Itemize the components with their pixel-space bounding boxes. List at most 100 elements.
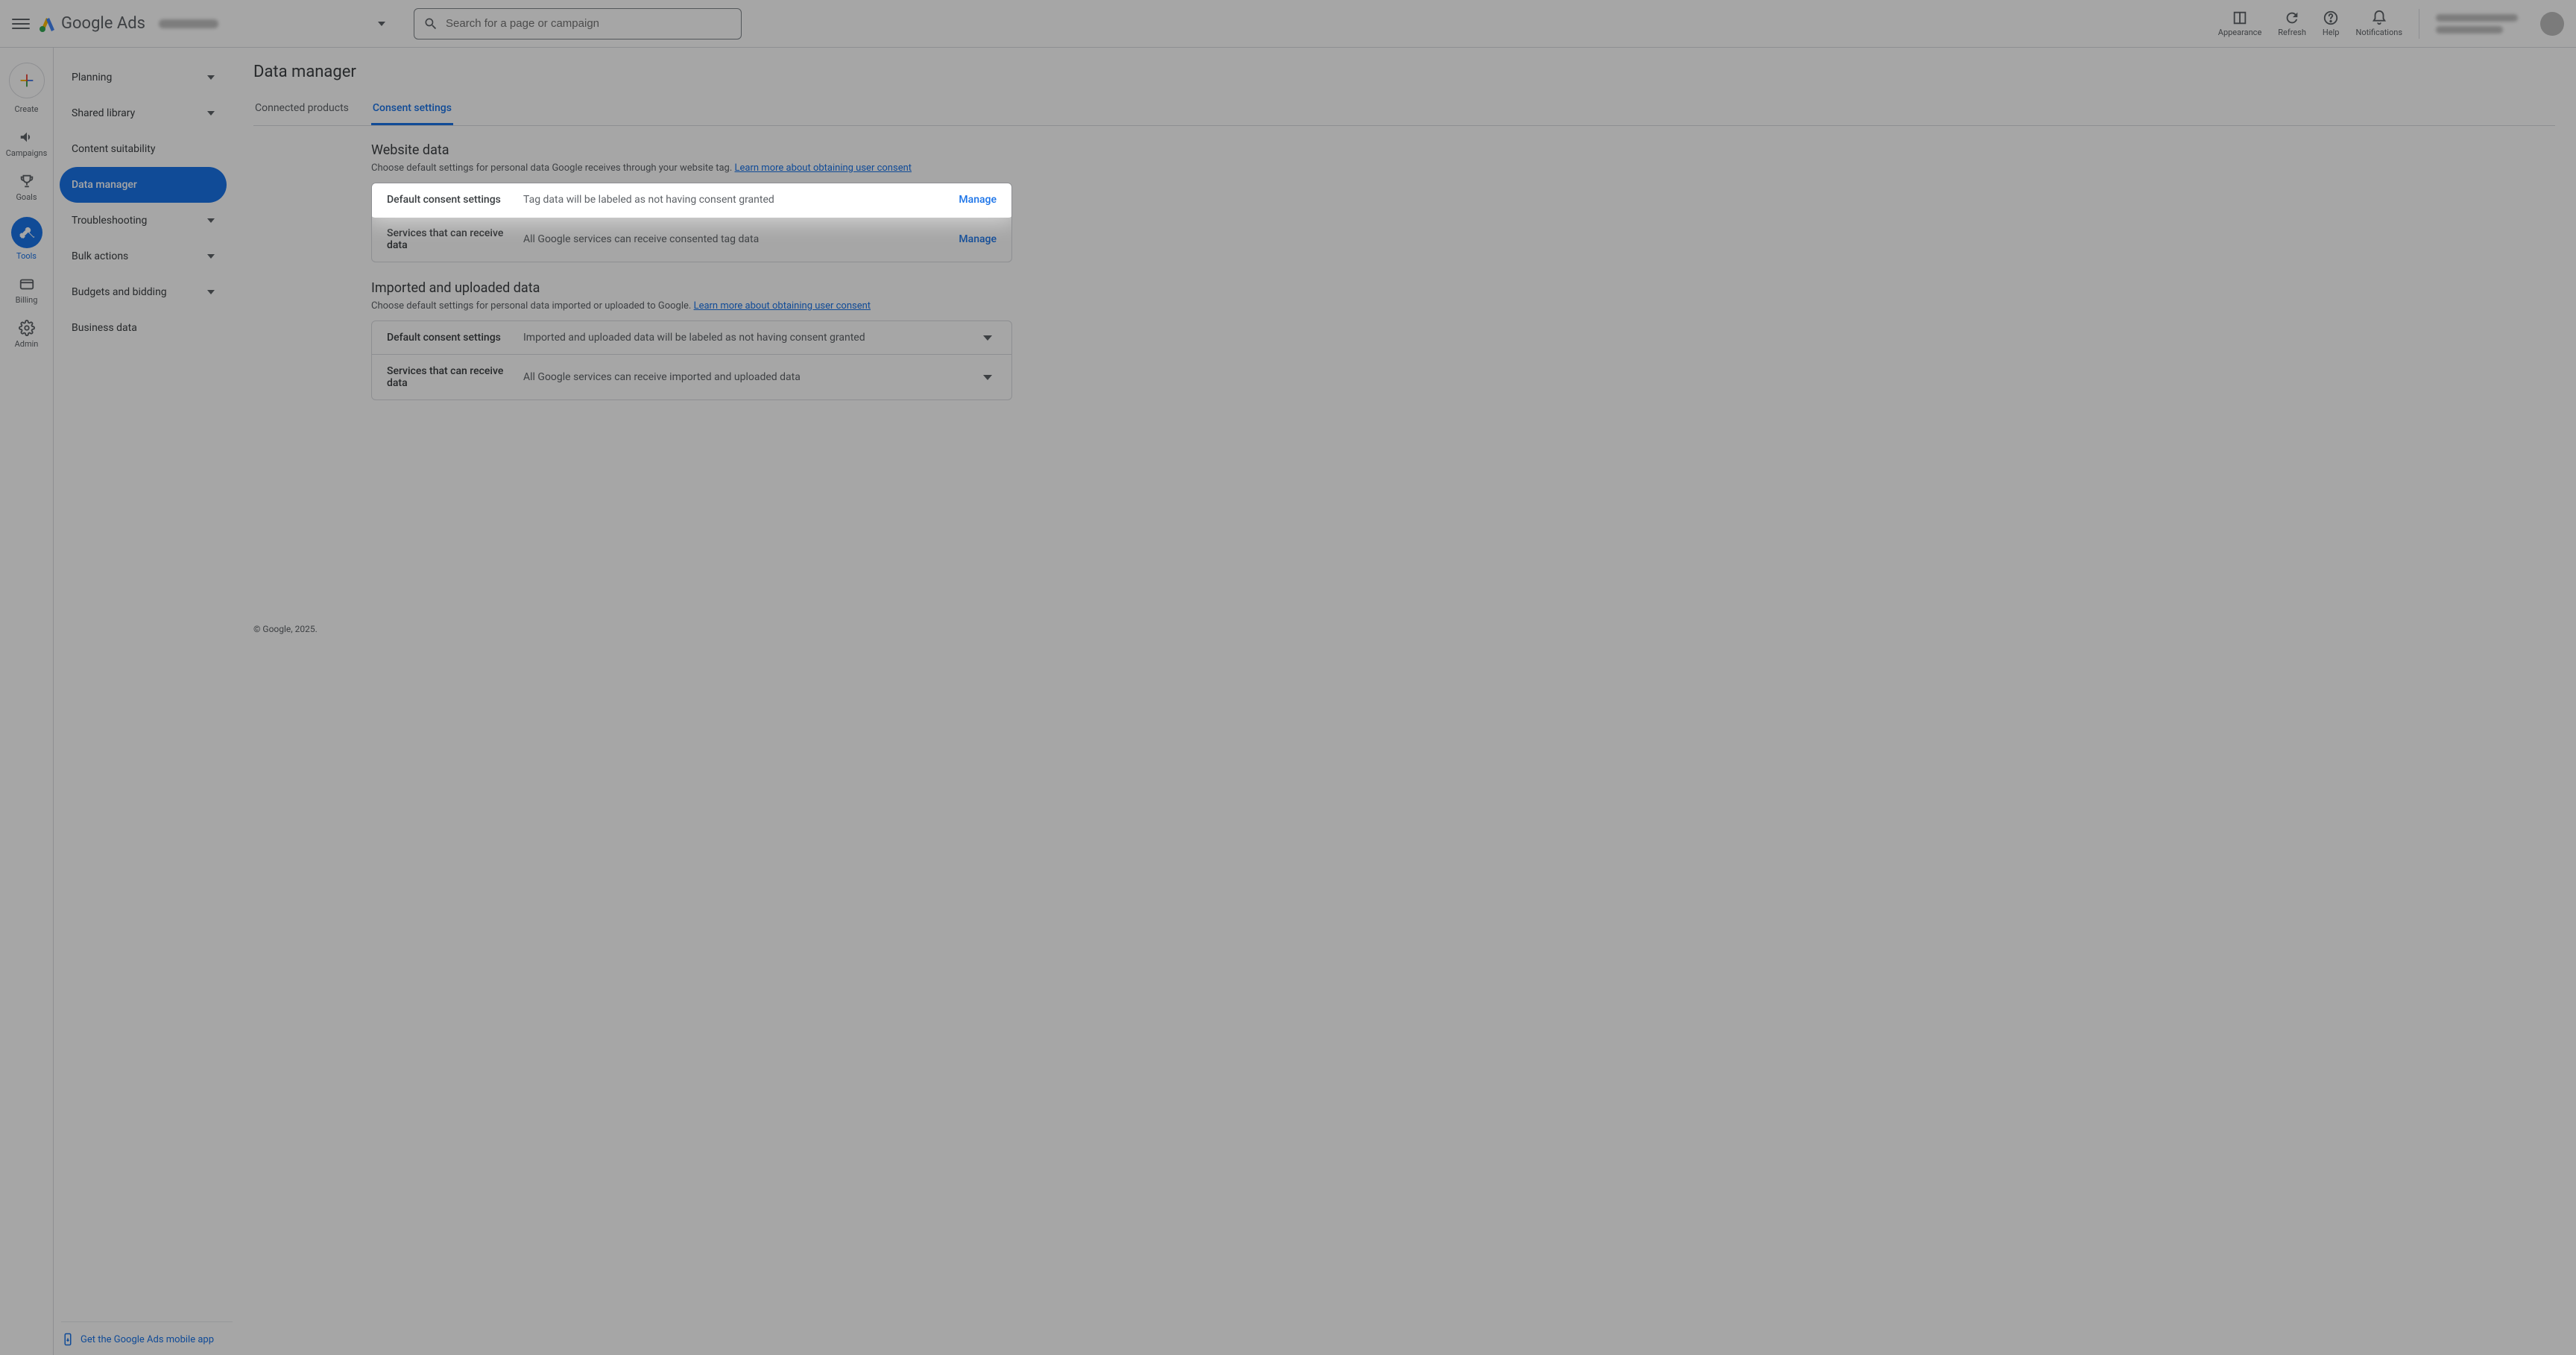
sidenav-troubleshooting[interactable]: Troubleshooting bbox=[60, 203, 227, 239]
tab-connected-products[interactable]: Connected products bbox=[253, 93, 350, 125]
chevron-down-icon bbox=[983, 375, 992, 380]
learn-more-link[interactable]: Learn more about obtaining user consent bbox=[694, 300, 871, 312]
rail-tools[interactable]: Tools bbox=[0, 211, 53, 267]
sidenav-label: Shared library bbox=[72, 107, 135, 119]
sidenav-planning[interactable]: Planning bbox=[60, 60, 227, 95]
section-subtitle-website: Choose default settings for personal dat… bbox=[371, 162, 1012, 174]
account-name-redacted bbox=[159, 19, 218, 28]
rail-goals[interactable]: Goals bbox=[0, 167, 53, 208]
rail-billing[interactable]: Billing bbox=[0, 270, 53, 311]
bell-icon bbox=[2371, 10, 2387, 26]
row-desc: Imported and uploaded data will be label… bbox=[523, 332, 965, 344]
sidenav-label: Budgets and bidding bbox=[72, 286, 167, 298]
footer-copyright: © Google, 2025. bbox=[253, 624, 2555, 634]
row-label: Default consent settings bbox=[387, 332, 510, 344]
tools-icon bbox=[19, 224, 35, 241]
learn-more-link[interactable]: Learn more about obtaining user consent bbox=[735, 162, 912, 174]
rail-label: Goals bbox=[16, 192, 37, 202]
imported-data-card: Default consent settings Imported and up… bbox=[371, 320, 1012, 400]
top-actions: Appearance Refresh Help Notifications bbox=[2218, 9, 2564, 39]
page-title: Data manager bbox=[253, 63, 2555, 81]
sidenav-budgets-bidding[interactable]: Budgets and bidding bbox=[60, 274, 227, 310]
rail-campaigns[interactable]: Campaigns bbox=[0, 123, 53, 164]
sidenav-data-manager[interactable]: Data manager bbox=[60, 167, 227, 203]
manage-button[interactable]: Manage bbox=[959, 194, 997, 206]
sidenav-label: Troubleshooting bbox=[72, 215, 147, 227]
sidenav-bulk-actions[interactable]: Bulk actions bbox=[60, 239, 227, 274]
main-content: Data manager Connected products Consent … bbox=[233, 48, 2576, 1355]
mobile-app-label: Get the Google Ads mobile app bbox=[80, 1334, 214, 1345]
create-button[interactable]: Create bbox=[0, 57, 53, 120]
sidenav-content-suitability[interactable]: Content suitability bbox=[60, 131, 227, 167]
sidenav-label: Bulk actions bbox=[72, 250, 128, 262]
help-label: Help bbox=[2323, 28, 2340, 37]
chevron-down-icon bbox=[207, 254, 215, 259]
sidenav-divider bbox=[61, 1321, 233, 1322]
logo[interactable]: Google Ads bbox=[39, 14, 145, 33]
refresh-button[interactable]: Refresh bbox=[2278, 10, 2306, 37]
rail-admin[interactable]: Admin bbox=[0, 314, 53, 355]
section-title-imported: Imported and uploaded data bbox=[371, 280, 1012, 296]
row-services-imported[interactable]: Services that can receive data All Googl… bbox=[372, 354, 1011, 399]
caret-down-icon bbox=[378, 22, 385, 26]
rail-label: Billing bbox=[16, 295, 38, 305]
left-rail: Create Campaigns Goals Tools Billing Adm… bbox=[0, 48, 54, 1355]
menu-icon[interactable] bbox=[12, 15, 30, 33]
appearance-icon bbox=[2232, 10, 2248, 26]
gear-icon bbox=[19, 320, 35, 336]
mobile-download-icon bbox=[61, 1333, 75, 1346]
rail-label: Tools bbox=[16, 251, 37, 261]
help-button[interactable]: Help bbox=[2323, 10, 2340, 37]
row-label: Default consent settings bbox=[387, 194, 510, 206]
account-info-redacted bbox=[2436, 14, 2518, 22]
row-services-website: Services that can receive data All Googl… bbox=[372, 216, 1011, 262]
row-desc: All Google services can receive imported… bbox=[523, 371, 965, 383]
row-desc: Tag data will be labeled as not having c… bbox=[523, 194, 945, 206]
row-default-consent-website: Default consent settings Tag data will b… bbox=[372, 183, 1011, 216]
expand-button[interactable] bbox=[979, 335, 997, 341]
row-label: Services that can receive data bbox=[387, 227, 510, 251]
section-title-website: Website data bbox=[371, 142, 1012, 158]
notifications-label: Notifications bbox=[2355, 28, 2402, 37]
notifications-button[interactable]: Notifications bbox=[2355, 10, 2402, 37]
megaphone-icon bbox=[19, 129, 35, 145]
user-avatar[interactable] bbox=[2540, 12, 2564, 36]
appearance-button[interactable]: Appearance bbox=[2218, 10, 2262, 37]
chevron-down-icon bbox=[207, 290, 215, 294]
sidenav-shared-library[interactable]: Shared library bbox=[60, 95, 227, 131]
tab-consent-settings[interactable]: Consent settings bbox=[371, 93, 453, 125]
chevron-down-icon bbox=[207, 75, 215, 80]
account-info-redacted-2 bbox=[2436, 26, 2503, 34]
search-icon bbox=[423, 16, 438, 31]
search-box[interactable] bbox=[414, 8, 742, 40]
row-label: Services that can receive data bbox=[387, 365, 510, 389]
sidenav-label: Content suitability bbox=[72, 143, 155, 155]
rail-label: Campaigns bbox=[6, 148, 48, 158]
tabs: Connected products Consent settings bbox=[253, 93, 2555, 126]
expand-button[interactable] bbox=[979, 375, 997, 380]
chevron-down-icon bbox=[207, 111, 215, 116]
appearance-label: Appearance bbox=[2218, 28, 2262, 37]
create-label: Create bbox=[14, 104, 38, 114]
google-ads-logo-icon bbox=[39, 15, 57, 33]
trophy-icon bbox=[19, 173, 35, 189]
chevron-down-icon bbox=[207, 218, 215, 223]
plus-icon bbox=[9, 63, 45, 98]
refresh-icon bbox=[2284, 10, 2300, 26]
logo-text: Google Ads bbox=[61, 14, 145, 33]
sidenav-label: Data manager bbox=[72, 179, 137, 191]
account-selector[interactable] bbox=[218, 22, 391, 26]
topbar: Google Ads Appearance Refresh Help Notif… bbox=[0, 0, 2576, 48]
chevron-down-icon bbox=[983, 335, 992, 341]
search-input[interactable] bbox=[446, 17, 732, 30]
manage-button[interactable]: Manage bbox=[959, 233, 997, 245]
section-subtitle-imported: Choose default settings for personal dat… bbox=[371, 300, 1012, 312]
website-data-card: Default consent settings Tag data will b… bbox=[371, 183, 1012, 262]
row-desc: All Google services can receive consente… bbox=[523, 233, 945, 245]
row-default-consent-imported[interactable]: Default consent settings Imported and up… bbox=[372, 321, 1011, 354]
sidenav-business-data[interactable]: Business data bbox=[60, 310, 227, 346]
sidenav-label: Planning bbox=[72, 72, 112, 83]
mobile-app-link[interactable]: Get the Google Ads mobile app bbox=[61, 1333, 214, 1346]
sidenav-label: Business data bbox=[72, 322, 137, 334]
rail-label: Admin bbox=[15, 339, 39, 349]
